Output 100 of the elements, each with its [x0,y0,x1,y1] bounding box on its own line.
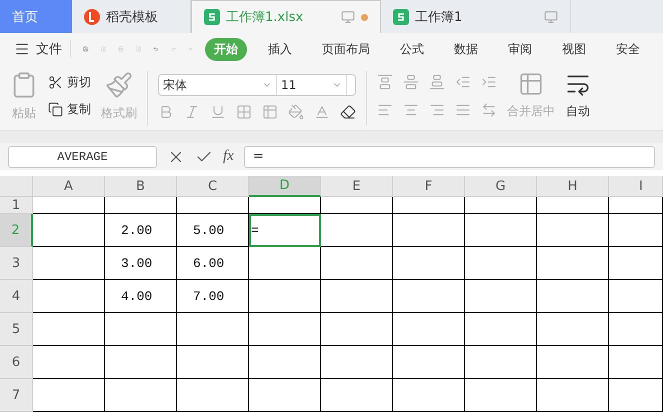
cell-style-icon[interactable] [262,104,278,120]
table-cell [609,214,663,247]
underline-icon[interactable] [210,104,226,120]
eraser-icon[interactable] [340,104,356,120]
table-cell: = [249,214,321,247]
monitor-icon[interactable] [544,10,558,24]
row-header[interactable]: 4 [0,280,33,313]
ribbon-tab[interactable]: 审阅 [499,38,542,60]
table-cell [33,280,105,313]
table-cell: 5.00 [177,214,249,247]
name-box[interactable]: AVERAGE [8,146,157,168]
monitor-icon[interactable] [341,10,355,24]
table-icon [518,71,544,97]
align-top-icon[interactable] [377,74,393,90]
table-cell [465,197,537,214]
align-right-icon[interactable] [429,102,445,118]
column-header[interactable]: E [321,176,393,197]
table-cell [321,379,393,412]
select-all-corner[interactable] [0,176,33,197]
table-cell [393,379,465,412]
font-name-field[interactable]: 宋体 [159,75,277,95]
table-cell [609,247,663,280]
table-cell [321,214,393,247]
copy-icon [48,102,63,117]
indent-increase-icon[interactable] [481,74,497,90]
row-header[interactable]: 5 [0,313,33,346]
table-cell [33,197,105,214]
table-cell: 7.00 [177,280,249,313]
table-cell [465,214,537,247]
distribute-icon[interactable] [481,102,497,118]
row-header[interactable]: 6 [0,346,33,379]
ribbon-tab[interactable]: 公式 [391,38,434,60]
borders-icon[interactable] [236,104,252,120]
insert-function-button[interactable]: fx [223,148,234,165]
table-cell: 4.00 [105,280,177,313]
column-header[interactable]: A [33,176,105,197]
table-cell [393,197,465,214]
table-cell: 2.00 [105,214,177,247]
table-cell [393,280,465,313]
justify-icon[interactable] [455,102,471,118]
scissors-icon [48,75,63,90]
table-cell [537,280,609,313]
row-header[interactable]: 1 [0,197,33,214]
ribbon-tab[interactable]: 插入 [259,38,302,60]
table-cell [393,247,465,280]
ribbon-tab[interactable]: 数据 [445,38,488,60]
table-cell [609,197,663,214]
table-cell [393,346,465,379]
ribbon-tab[interactable]: 安全 [607,38,650,60]
cut-button[interactable]: 剪切 [48,74,91,91]
column-header[interactable]: B [105,176,177,197]
row-header[interactable]: 3 [0,247,33,280]
row-header[interactable]: 7 [0,379,33,412]
table-cell [465,346,537,379]
table-cell: 3.00 [105,247,177,280]
table-cell [609,313,663,346]
table-cell [465,247,537,280]
ribbon-tab[interactable]: 视图 [553,38,596,60]
column-header[interactable]: F [393,176,465,197]
table-cell: 6.00 [177,247,249,280]
table-cell [33,214,105,247]
italic-icon[interactable] [184,104,200,120]
table-cell [609,346,663,379]
paintbrush-icon [105,71,133,99]
wrap-text-button[interactable]: 自动 [565,71,591,120]
align-bottom-icon[interactable] [429,74,445,90]
table-cell [33,247,105,280]
table-cell [537,247,609,280]
table-cell [249,247,321,280]
formula-field[interactable]: = [244,146,655,168]
table-cell [249,197,321,214]
fill-color-icon[interactable] [288,104,304,120]
document-tab[interactable]: 首页 [0,0,72,33]
indent-decrease-icon[interactable] [455,74,471,90]
table-cell [321,280,393,313]
table-cell [249,313,321,346]
font-size-field[interactable]: 11 [277,75,347,95]
table-cell [609,280,663,313]
align-center-icon[interactable] [403,102,419,118]
font-color-icon[interactable] [314,104,330,120]
column-header[interactable]: H [537,176,609,197]
copy-button[interactable]: 复制 [48,101,91,118]
ribbon-tab[interactable]: 页面布局 [313,38,380,60]
align-middle-icon[interactable] [403,74,419,90]
table-cell [537,379,609,412]
file-menu[interactable]: 文件 [14,40,71,58]
table-cell [105,379,177,412]
column-header[interactable]: G [465,176,537,197]
table-cell [249,346,321,379]
table-cell [105,346,177,379]
table-cell [537,346,609,379]
align-left-icon[interactable] [377,102,393,118]
column-header[interactable]: I [609,176,663,197]
table-cell [177,313,249,346]
column-header[interactable]: C [177,176,249,197]
table-cell [105,197,177,214]
table-cell [249,280,321,313]
table-cell [105,313,177,346]
table-cell [33,313,105,346]
table-cell [33,346,105,379]
